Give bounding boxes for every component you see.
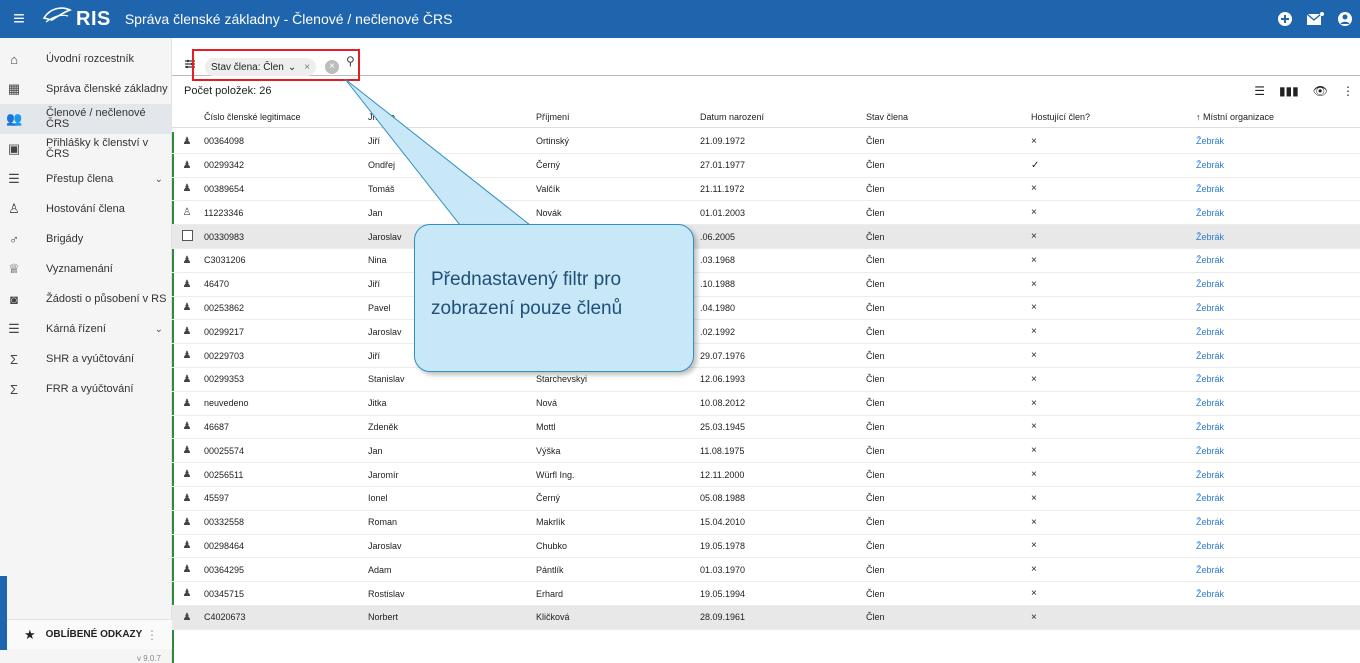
callout-bubble: Přednastavený filtr pro zobrazení pouze … <box>414 224 694 372</box>
callout-text: Přednastavený filtr pro zobrazení pouze … <box>431 269 623 319</box>
